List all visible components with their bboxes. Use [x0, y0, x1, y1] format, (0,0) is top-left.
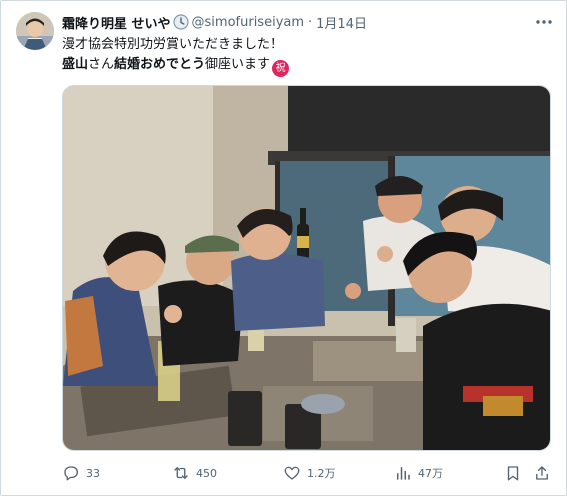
reply-icon	[64, 466, 79, 481]
share-button[interactable]	[533, 462, 557, 484]
tweet-bold-name: 盛山	[62, 57, 89, 72]
tweet-text: 漫才協会特別功労賞いただきました！ 盛山さん結婚おめでとう御座います祝	[62, 35, 290, 77]
like-count: 1.2万	[307, 467, 336, 480]
analytics-icon	[397, 467, 410, 480]
repost-icon	[174, 467, 188, 479]
repost-button[interactable]: 450	[172, 462, 217, 484]
tweet-bold-congrats: 結婚おめでとう	[114, 57, 206, 72]
user-avatar[interactable]	[16, 12, 54, 50]
clock-icon	[172, 14, 189, 30]
bookmark-button[interactable]	[504, 462, 528, 484]
tweet-text-san: さん	[88, 57, 115, 72]
display-name[interactable]: 霜降り明星 せいや	[62, 13, 171, 32]
tweet-photo[interactable]	[62, 85, 551, 451]
tweet-actions: 33 450 1.2万 47万	[62, 462, 552, 484]
views-button[interactable]: 47万	[394, 462, 443, 484]
tweet-header: 霜降り明星 せいや @simofuriseiyam · 1月14日	[62, 12, 367, 32]
bookmark-icon	[507, 466, 519, 481]
heart-icon	[284, 466, 300, 480]
reply-count: 33	[86, 466, 100, 480]
like-button[interactable]: 1.2万	[283, 462, 336, 484]
tweet-line-1: 漫才協会特別功労賞いただきました！	[62, 37, 284, 52]
repost-count: 450	[196, 466, 217, 480]
more-options-icon[interactable]	[534, 12, 554, 32]
celebration-emoji-icon: 祝	[272, 60, 290, 77]
tweet-text-gozaimasu: 御座います	[205, 57, 271, 72]
separator-dot: ·	[308, 14, 313, 30]
tweet-line-2: 盛山さん結婚おめでとう御座います祝	[62, 55, 290, 77]
view-count: 47万	[418, 467, 443, 480]
reply-button[interactable]: 33	[62, 462, 100, 484]
tweet-date[interactable]: 1月14日	[316, 13, 367, 32]
share-icon	[536, 466, 548, 480]
user-handle[interactable]: @simofuriseiyam	[192, 15, 304, 30]
